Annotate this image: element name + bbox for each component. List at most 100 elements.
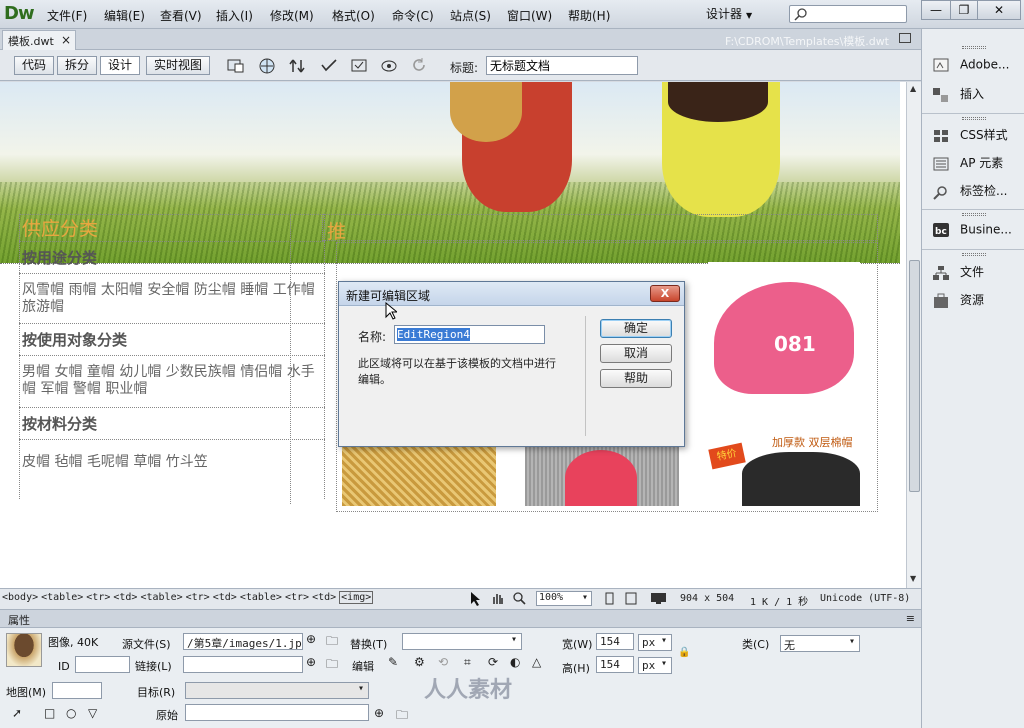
tag-item[interactable]: <td> bbox=[113, 592, 137, 603]
design-view-button[interactable]: 设计 bbox=[100, 56, 140, 75]
panel-grip[interactable] bbox=[962, 253, 986, 256]
document-title-input[interactable] bbox=[486, 56, 638, 75]
help-button[interactable]: 帮助 bbox=[600, 369, 672, 388]
pointer-tool-icon[interactable] bbox=[468, 591, 482, 606]
class-select[interactable]: 无 bbox=[780, 635, 860, 652]
code-view-button[interactable]: 代码 bbox=[14, 56, 54, 75]
refresh-icon[interactable] bbox=[410, 57, 432, 75]
panel-grip[interactable] bbox=[962, 117, 986, 120]
help-search-input[interactable] bbox=[789, 5, 907, 23]
scrollbar-thumb[interactable] bbox=[909, 260, 920, 492]
brightness-contrast-icon[interactable]: ◐ bbox=[510, 655, 520, 669]
panel-css-styles[interactable]: CSS样式 bbox=[932, 126, 1008, 148]
id-input[interactable] bbox=[75, 656, 130, 673]
workspace-switcher[interactable]: 设计器 ▼ bbox=[706, 5, 776, 23]
pointer-hotspot-icon[interactable]: ➚ bbox=[12, 706, 22, 720]
src-input[interactable]: /第5章/images/1.jpg bbox=[183, 633, 303, 650]
point-to-file-icon[interactable]: ⊕ bbox=[374, 706, 384, 720]
width-input[interactable]: 154 bbox=[596, 633, 634, 650]
window-size[interactable]: 904 x 504 bbox=[680, 593, 734, 604]
menu-site[interactable]: 站点(S) bbox=[450, 7, 491, 24]
restore-panel-icon[interactable] bbox=[899, 33, 911, 43]
folder-icon[interactable]: 🗀 bbox=[326, 655, 338, 676]
edit-settings-icon[interactable]: ⚙ bbox=[414, 655, 425, 669]
hand-tool-icon[interactable] bbox=[490, 591, 504, 606]
scroll-up-icon[interactable]: ▲ bbox=[910, 84, 916, 93]
panel-tag-inspector[interactable]: 标签检... bbox=[932, 182, 1007, 204]
panel-grip[interactable] bbox=[962, 213, 986, 216]
panel-ap-elements[interactable]: AP 元素 bbox=[932, 154, 1003, 176]
panel-menu-icon[interactable]: ≡ bbox=[906, 612, 915, 625]
tag-item[interactable]: <tr> bbox=[86, 592, 110, 603]
product-image[interactable]: 特价 加厚款 双层棉帽 bbox=[708, 432, 860, 506]
close-window-button[interactable]: ✕ bbox=[977, 0, 1021, 20]
w3c-validation-icon[interactable] bbox=[320, 57, 342, 75]
file-management-icon[interactable] bbox=[288, 57, 310, 75]
minimize-button[interactable]: — bbox=[921, 0, 951, 20]
height-input[interactable]: 154 bbox=[596, 656, 634, 673]
canvas-scrollbar[interactable]: ▲ ▼ bbox=[906, 82, 921, 588]
circle-hotspot-icon[interactable]: ○ bbox=[66, 706, 76, 720]
menu-commands[interactable]: 命令(C) bbox=[392, 7, 434, 24]
preview-browser-icon[interactable] bbox=[258, 57, 280, 75]
target-select[interactable] bbox=[185, 682, 369, 699]
menu-modify[interactable]: 修改(M) bbox=[270, 7, 314, 24]
tag-item[interactable]: <td> bbox=[213, 592, 237, 603]
ok-button[interactable]: 确定 bbox=[600, 319, 672, 338]
panel-business-catalyst[interactable]: bc Busine... bbox=[932, 222, 1012, 244]
menu-format[interactable]: 格式(O) bbox=[332, 7, 375, 24]
tag-item[interactable]: <tr> bbox=[186, 592, 210, 603]
cancel-button[interactable]: 取消 bbox=[600, 344, 672, 363]
constrain-proportions-icon[interactable]: 🔒 bbox=[678, 647, 690, 658]
tag-item[interactable]: <table> bbox=[41, 592, 83, 603]
original-input[interactable] bbox=[185, 704, 369, 721]
browser-compatibility-icon[interactable] bbox=[350, 57, 372, 75]
panel-assets[interactable]: 资源 bbox=[932, 291, 984, 313]
close-tab-icon[interactable]: × bbox=[61, 33, 71, 47]
alt-select[interactable] bbox=[402, 633, 522, 650]
menu-file[interactable]: 文件(F) bbox=[47, 7, 87, 24]
tag-item[interactable]: <table> bbox=[140, 592, 182, 603]
edit-image-icon[interactable]: ✎ bbox=[388, 655, 398, 669]
panel-insert[interactable]: 插入 bbox=[932, 85, 984, 107]
product-image[interactable]: 081 bbox=[708, 262, 860, 414]
map-input[interactable] bbox=[52, 682, 102, 699]
split-view-button[interactable]: 拆分 bbox=[57, 56, 97, 75]
tablet-size-icon[interactable] bbox=[624, 591, 638, 606]
menu-edit[interactable]: 编辑(E) bbox=[104, 7, 145, 24]
mobile-size-icon[interactable] bbox=[602, 591, 616, 606]
visual-aids-icon[interactable] bbox=[380, 57, 402, 75]
menu-view[interactable]: 查看(V) bbox=[160, 7, 202, 24]
document-tab[interactable]: 模板.dwt × bbox=[2, 30, 76, 50]
update-image-icon[interactable]: ⟲ bbox=[438, 655, 448, 669]
crop-icon[interactable]: ⌗ bbox=[464, 655, 471, 670]
multiscreen-icon[interactable] bbox=[226, 57, 248, 75]
panel-grip[interactable] bbox=[962, 46, 986, 49]
link-input[interactable] bbox=[183, 656, 303, 673]
menu-insert[interactable]: 插入(I) bbox=[216, 7, 253, 24]
folder-icon[interactable]: 🗀 bbox=[396, 706, 408, 727]
zoom-tool-icon[interactable] bbox=[512, 591, 526, 606]
panel-files[interactable]: 文件 bbox=[932, 263, 984, 285]
maximize-button[interactable]: ❐ bbox=[950, 0, 978, 20]
region-name-input[interactable]: EditRegion4 bbox=[394, 325, 545, 344]
dialog-close-button[interactable]: X bbox=[650, 285, 680, 302]
zoom-select[interactable]: 100% ▾ bbox=[536, 591, 592, 606]
sharpen-icon[interactable]: △ bbox=[532, 655, 541, 669]
rectangle-hotspot-icon[interactable]: □ bbox=[44, 706, 55, 720]
tag-item-selected[interactable]: <img> bbox=[339, 591, 374, 604]
properties-header[interactable]: 属性 ≡ bbox=[0, 610, 921, 628]
panel-adobe-browserlab[interactable]: Adobe... bbox=[932, 57, 1009, 79]
tag-item[interactable]: <tr> bbox=[285, 592, 309, 603]
live-view-button[interactable]: 实时视图 bbox=[146, 56, 210, 75]
resample-icon[interactable]: ⟳ bbox=[488, 655, 498, 669]
height-unit-select[interactable]: px bbox=[638, 657, 672, 674]
menu-help[interactable]: 帮助(H) bbox=[568, 7, 610, 24]
polygon-hotspot-icon[interactable]: ▽ bbox=[88, 706, 97, 720]
tag-item[interactable]: <body> bbox=[2, 592, 38, 603]
menu-window[interactable]: 窗口(W) bbox=[507, 7, 552, 24]
point-to-file-icon[interactable]: ⊕ bbox=[306, 655, 316, 669]
tag-item[interactable]: <table> bbox=[240, 592, 282, 603]
desktop-size-icon[interactable] bbox=[650, 591, 668, 606]
tag-item[interactable]: <td> bbox=[312, 592, 336, 603]
